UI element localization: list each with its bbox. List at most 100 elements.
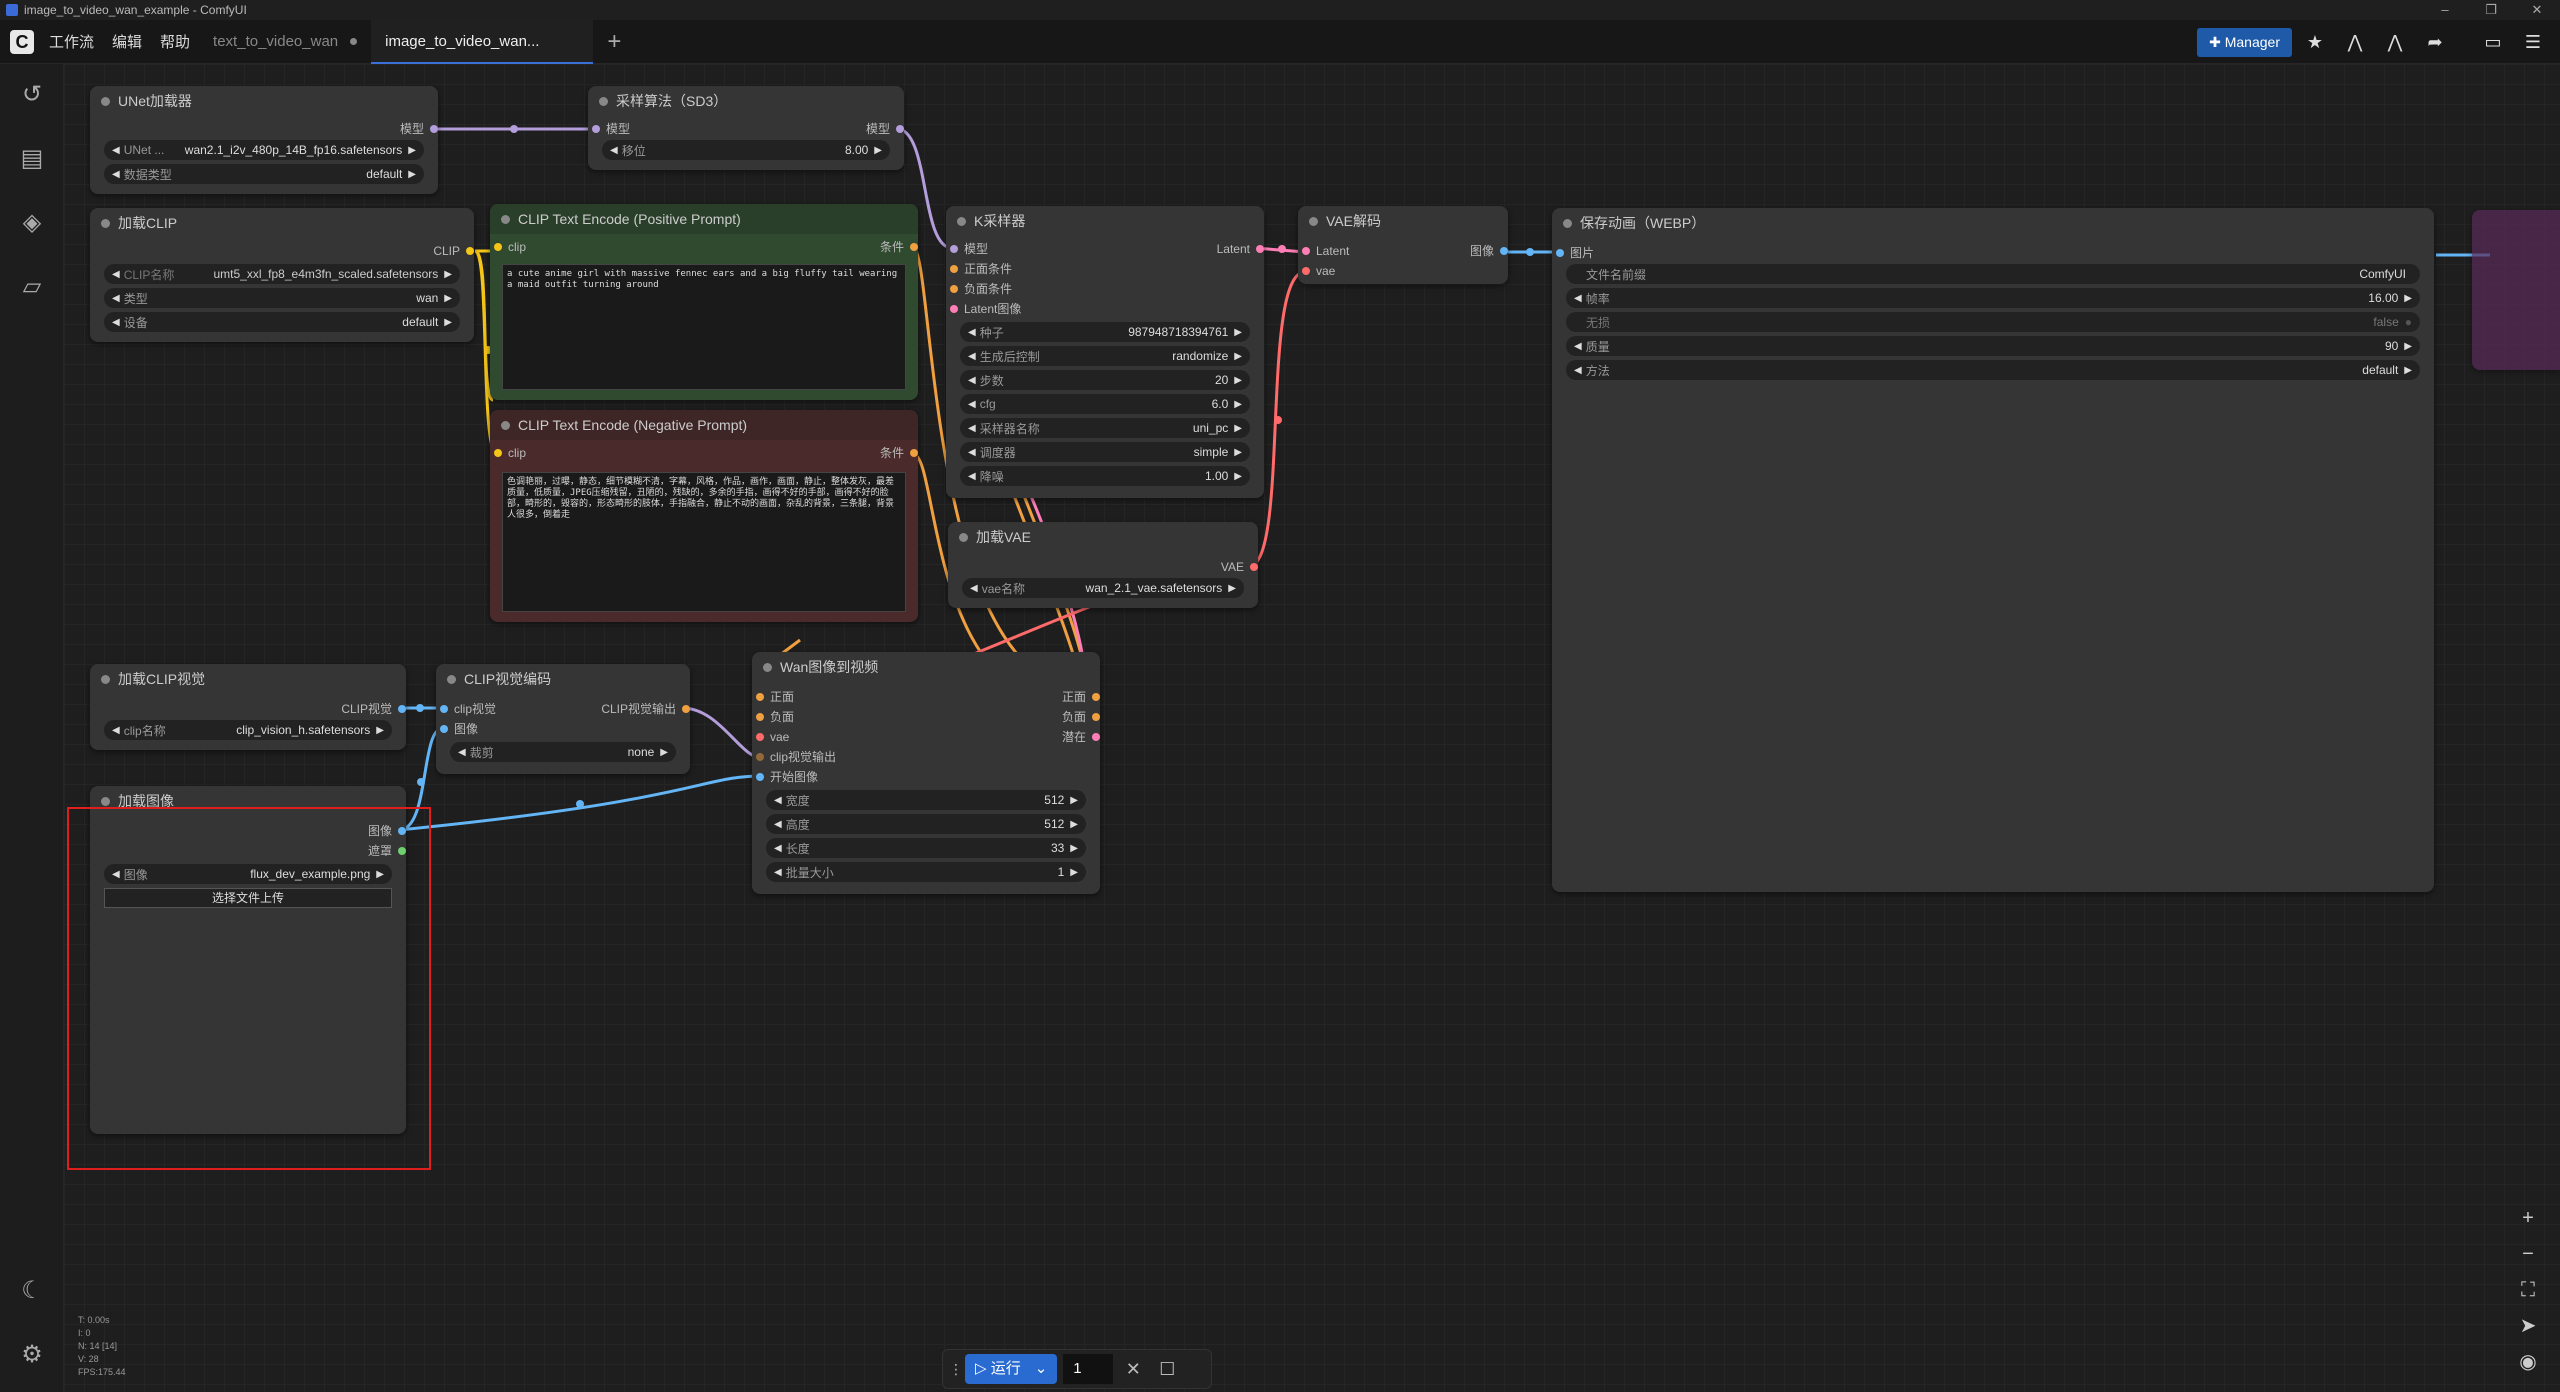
widget-length[interactable]: ◀ 长度 33 ▶ (766, 838, 1086, 858)
input-vae[interactable]: vae (1298, 262, 1398, 280)
input-clip[interactable]: clip (490, 444, 640, 462)
output-image[interactable]: 图像 (1408, 242, 1508, 260)
node-offscreen-partial[interactable] (2472, 210, 2560, 370)
input-images[interactable]: 图片 (1552, 244, 1652, 262)
workflows-folder-icon[interactable]: ▱ (0, 272, 64, 301)
fit-view-icon[interactable]: ⛶ (2508, 1272, 2548, 1308)
arrow-left-icon[interactable]: ◀ (968, 471, 976, 482)
star-icon[interactable]: ★ (2298, 27, 2332, 57)
output-vae[interactable]: VAE (1108, 558, 1258, 576)
arrow-left-icon[interactable]: ◀ (970, 583, 978, 594)
arrow-left-icon[interactable]: ◀ (968, 327, 976, 338)
minimize-button[interactable]: – (2422, 0, 2468, 20)
widget-clip-type[interactable]: ◀ 类型 wan ▶ (104, 288, 460, 308)
widget-fps[interactable]: ◀ 帧率 16.00 ▶ (1566, 288, 2420, 308)
new-tab-button[interactable]: + (593, 28, 635, 56)
widget-quality[interactable]: ◀ 质量 90 ▶ (1566, 336, 2420, 356)
menu-help[interactable]: 帮助 (151, 31, 199, 52)
node-library-icon[interactable]: ⋀ (2338, 27, 2372, 57)
arrow-left-icon[interactable]: ◀ (774, 819, 782, 830)
arrow-right-icon[interactable]: ▶ (2404, 341, 2412, 352)
widget-dtype[interactable]: ◀ 数据类型 default ▶ (104, 164, 424, 184)
toggle-icon[interactable]: ● (2405, 315, 2412, 329)
node-unet-loader[interactable]: UNet加载器 模型 ◀ UNet ... wan2.1_i2v_480p_14B_… (90, 86, 438, 194)
arrow-left-icon[interactable]: ◀ (458, 747, 466, 758)
panel-toggle-icon[interactable]: ▭ (2476, 27, 2510, 57)
node-clip-loader[interactable]: 加载CLIP CLIP ◀ CLIP名称 umt5_xxl_fp8_e4m3fn_s… (90, 208, 474, 342)
settings-gear-icon[interactable]: ⚙ (0, 1340, 64, 1369)
output-clip-vision-output[interactable]: CLIP视觉输出 (550, 700, 690, 718)
arrow-left-icon[interactable]: ◀ (112, 293, 120, 304)
output-positive[interactable]: 正面 (1000, 688, 1100, 706)
drag-handle-icon[interactable]: ⋮ (949, 1361, 963, 1378)
batch-count-input[interactable]: 1 (1063, 1354, 1114, 1384)
node-vae-decode[interactable]: VAE解码 Latent vae 图像 (1298, 206, 1508, 284)
history-icon[interactable]: ↺ (0, 80, 64, 109)
toggle-links-eye-icon[interactable]: ◉ (2508, 1344, 2548, 1380)
cancel-x-icon[interactable]: ✕ (1119, 1359, 1147, 1380)
arrow-right-icon[interactable]: ▶ (444, 317, 452, 328)
arrow-left-icon[interactable]: ◀ (1574, 293, 1582, 304)
arrow-right-icon[interactable]: ▶ (2404, 293, 2412, 304)
arrow-left-icon[interactable]: ◀ (112, 317, 120, 328)
output-latent[interactable]: Latent (1114, 240, 1264, 258)
zoom-out-icon[interactable]: − (2508, 1236, 2548, 1272)
close-window-button[interactable]: ✕ (2514, 0, 2560, 20)
tab-text-to-video[interactable]: text_to_video_wan (199, 20, 371, 64)
theme-moon-icon[interactable]: ☾ (0, 1276, 64, 1305)
arrow-right-icon[interactable]: ▶ (1228, 583, 1236, 594)
output-clip[interactable]: CLIP (274, 242, 474, 260)
arrow-left-icon[interactable]: ◀ (112, 145, 120, 156)
menu-workflow[interactable]: 工作流 (40, 31, 103, 52)
input-model[interactable]: 模型 (946, 240, 1096, 258)
arrow-left-icon[interactable]: ◀ (610, 145, 618, 156)
run-button[interactable]: ▷ 运行 ⌄ (965, 1354, 1058, 1384)
widget-filename-prefix[interactable]: 文件名前缀 ComfyUI (1566, 264, 2420, 284)
input-image[interactable]: 图像 (436, 720, 536, 738)
widget-batch-size[interactable]: ◀ 批量大小 1 ▶ (766, 862, 1086, 882)
input-latent[interactable]: Latent (1298, 242, 1398, 260)
output-model[interactable]: 模型 (238, 120, 438, 138)
widget-vae-name[interactable]: ◀ vae名称 wan_2.1_vae.safetensors ▶ (962, 578, 1244, 598)
arrow-left-icon[interactable]: ◀ (968, 447, 976, 458)
comfy-logo[interactable]: C (4, 24, 40, 60)
widget-seed[interactable]: ◀ 种子 987948718394761 ▶ (960, 322, 1250, 342)
arrow-right-icon[interactable]: ▶ (408, 169, 416, 180)
widget-denoise[interactable]: ◀ 降噪 1.00 ▶ (960, 466, 1250, 486)
widget-control-after[interactable]: ◀ 生成后控制 randomize ▶ (960, 346, 1250, 366)
arrow-left-icon[interactable]: ◀ (774, 843, 782, 854)
node-model-sampling-sd3[interactable]: 采样算法（SD3） 模型 模型 ◀ 移位 8.00 ▶ (588, 86, 904, 170)
input-clip-vision[interactable]: clip视觉 (436, 700, 536, 718)
arrow-right-icon[interactable]: ▶ (1234, 447, 1242, 458)
stop-square-icon[interactable]: ☐ (1153, 1359, 1181, 1380)
arrow-left-icon[interactable]: ◀ (968, 423, 976, 434)
node-clip-vision-encode[interactable]: CLIP视觉编码 clip视觉 图像 CLIP视觉输出 ◀ 裁剪 none ▶ (436, 664, 690, 774)
hamburger-menu-icon[interactable]: ☰ (2516, 27, 2550, 57)
arrow-right-icon[interactable]: ▶ (1234, 471, 1242, 482)
widget-clip-device[interactable]: ◀ 设备 default ▶ (104, 312, 460, 332)
arrow-right-icon[interactable]: ▶ (1234, 351, 1242, 362)
output-clip-vision[interactable]: CLIP视觉 (256, 700, 406, 718)
input-negative[interactable]: 负面 (752, 708, 872, 726)
arrow-right-icon[interactable]: ▶ (874, 145, 882, 156)
tab-image-to-video[interactable]: image_to_video_wan... (371, 19, 594, 64)
widget-unet-name[interactable]: ◀ UNet ... wan2.1_i2v_480p_14B_fp16.safete… (104, 140, 424, 160)
arrow-left-icon[interactable]: ◀ (774, 795, 782, 806)
node-clip-vision-loader[interactable]: 加载CLIP视觉 CLIP视觉 ◀ clip名称 clip_vision_h.saf… (90, 664, 406, 750)
select-mode-icon[interactable]: ➤ (2508, 1308, 2548, 1344)
widget-lossless[interactable]: 无损 false ● (1566, 312, 2420, 332)
input-clip-vision-output[interactable]: clip视觉输出 (752, 748, 872, 766)
output-conditioning[interactable]: 条件 (768, 238, 918, 256)
widget-height[interactable]: ◀ 高度 512 ▶ (766, 814, 1086, 834)
arrow-right-icon[interactable]: ▶ (1234, 399, 1242, 410)
share-icon[interactable]: ➦ (2418, 27, 2452, 57)
arrow-right-icon[interactable]: ▶ (2404, 365, 2412, 376)
positive-prompt-textarea[interactable]: a cute anime girl with massive fennec ea… (502, 264, 906, 390)
queue-icon[interactable]: ▤ (0, 144, 64, 173)
node-save-animated-webp[interactable]: 保存动画（WEBP） 图片 文件名前缀 ComfyUI ◀ 帧率 16.00 ▶ 无损 f… (1552, 208, 2434, 892)
output-conditioning[interactable]: 条件 (768, 444, 918, 462)
arrow-left-icon[interactable]: ◀ (112, 169, 120, 180)
arrow-right-icon[interactable]: ▶ (1234, 423, 1242, 434)
widget-scheduler[interactable]: ◀ 调度器 simple ▶ (960, 442, 1250, 462)
arrow-right-icon[interactable]: ▶ (1234, 327, 1242, 338)
